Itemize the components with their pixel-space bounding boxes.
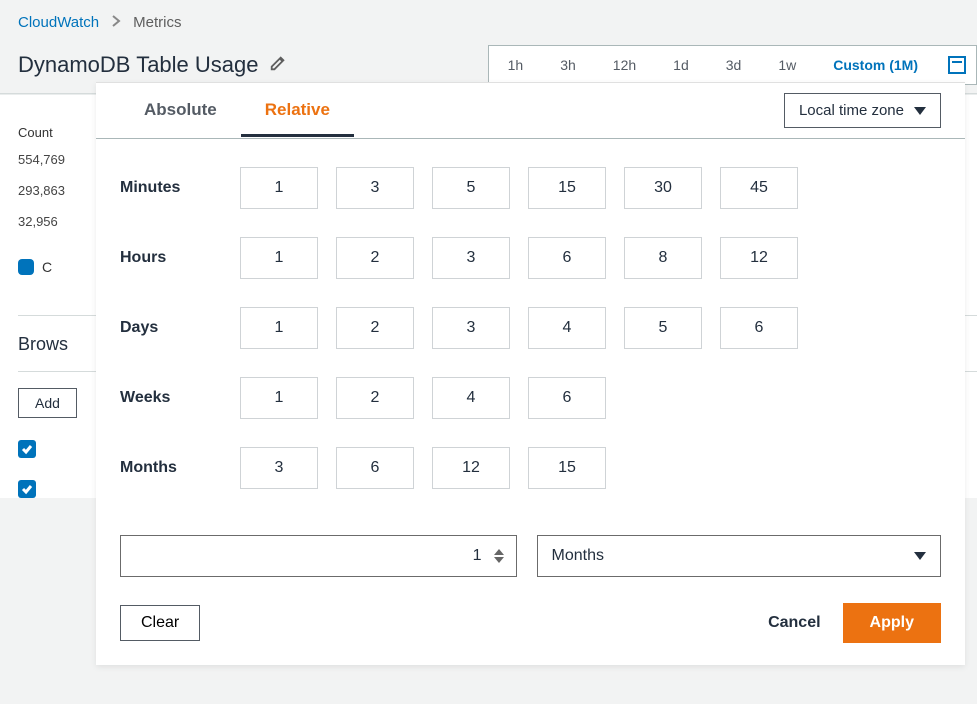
preset-minutes-option[interactable]: 5 — [432, 167, 510, 209]
chevron-down-icon — [914, 552, 926, 560]
time-range-dropdown-panel: Absolute Relative Local time zone Minute… — [96, 82, 965, 665]
chevron-down-icon[interactable] — [494, 557, 504, 563]
custom-unit-select[interactable]: Months — [537, 535, 942, 577]
preset-label-hours: Hours — [120, 249, 240, 267]
preset-weeks-option[interactable]: 6 — [528, 377, 606, 419]
preset-weeks-option[interactable]: 1 — [240, 377, 318, 419]
preset-days-option[interactable]: 5 — [624, 307, 702, 349]
range-12h[interactable]: 12h — [594, 46, 654, 84]
preset-minutes-option[interactable]: 3 — [336, 167, 414, 209]
chevron-down-icon — [914, 107, 926, 115]
preset-label-minutes: Minutes — [120, 179, 240, 197]
custom-duration-input[interactable]: 1 — [120, 535, 517, 577]
number-stepper[interactable] — [490, 549, 508, 563]
range-3d[interactable]: 3d — [707, 46, 760, 84]
preset-months-option[interactable]: 12 — [432, 447, 510, 489]
range-custom[interactable]: Custom (1M) — [814, 46, 936, 84]
tab-absolute[interactable]: Absolute — [120, 84, 241, 137]
preset-weeks-option[interactable]: 4 — [432, 377, 510, 419]
preset-days-option[interactable]: 3 — [432, 307, 510, 349]
legend-color-swatch — [18, 259, 34, 275]
metric-checkbox[interactable] — [18, 440, 36, 458]
breadcrumb: CloudWatch Metrics — [0, 0, 977, 37]
page-title: DynamoDB Table Usage — [18, 52, 287, 78]
preset-hours-option[interactable]: 1 — [240, 237, 318, 279]
preset-label-months: Months — [120, 459, 240, 477]
chevron-right-icon — [111, 14, 121, 31]
range-3h[interactable]: 3h — [541, 46, 594, 84]
preset-hours-option[interactable]: 6 — [528, 237, 606, 279]
timezone-select-label: Local time zone — [799, 102, 904, 119]
preset-label-weeks: Weeks — [120, 389, 240, 407]
cancel-button[interactable]: Cancel — [768, 614, 820, 632]
preset-months-option[interactable]: 15 — [528, 447, 606, 489]
edit-icon[interactable] — [269, 52, 287, 78]
preset-days-option[interactable]: 4 — [528, 307, 606, 349]
range-1h[interactable]: 1h — [489, 46, 542, 84]
custom-unit-label: Months — [552, 547, 604, 565]
range-1d[interactable]: 1d — [654, 46, 707, 84]
preset-hours-option[interactable]: 2 — [336, 237, 414, 279]
preset-minutes-option[interactable]: 15 — [528, 167, 606, 209]
metric-checkbox[interactable] — [18, 480, 36, 498]
preset-minutes-option[interactable]: 30 — [624, 167, 702, 209]
breadcrumb-root[interactable]: CloudWatch — [18, 14, 99, 31]
preset-hours-option[interactable]: 3 — [432, 237, 510, 279]
calendar-icon[interactable] — [948, 56, 966, 74]
preset-minutes-option[interactable]: 45 — [720, 167, 798, 209]
preset-months-option[interactable]: 3 — [240, 447, 318, 489]
custom-duration-value: 1 — [133, 547, 490, 565]
preset-minutes-option[interactable]: 1 — [240, 167, 318, 209]
preset-hours-option[interactable]: 12 — [720, 237, 798, 279]
add-button[interactable]: Add — [18, 388, 77, 418]
time-range-picker: 1h 3h 12h 1d 3d 1w Custom (1M) — [488, 45, 977, 85]
preset-days-option[interactable]: 6 — [720, 307, 798, 349]
legend-label-truncated: C — [42, 259, 52, 275]
preset-hours-option[interactable]: 8 — [624, 237, 702, 279]
range-1w[interactable]: 1w — [759, 46, 814, 84]
tab-relative[interactable]: Relative — [241, 84, 354, 137]
clear-button[interactable]: Clear — [120, 605, 200, 641]
preset-days-option[interactable]: 2 — [336, 307, 414, 349]
apply-button[interactable]: Apply — [843, 603, 941, 643]
preset-label-days: Days — [120, 319, 240, 337]
breadcrumb-current: Metrics — [133, 14, 181, 31]
preset-months-option[interactable]: 6 — [336, 447, 414, 489]
preset-days-option[interactable]: 1 — [240, 307, 318, 349]
preset-weeks-option[interactable]: 2 — [336, 377, 414, 419]
page-title-text: DynamoDB Table Usage — [18, 52, 259, 78]
timezone-select[interactable]: Local time zone — [784, 93, 941, 128]
chevron-up-icon[interactable] — [494, 549, 504, 555]
